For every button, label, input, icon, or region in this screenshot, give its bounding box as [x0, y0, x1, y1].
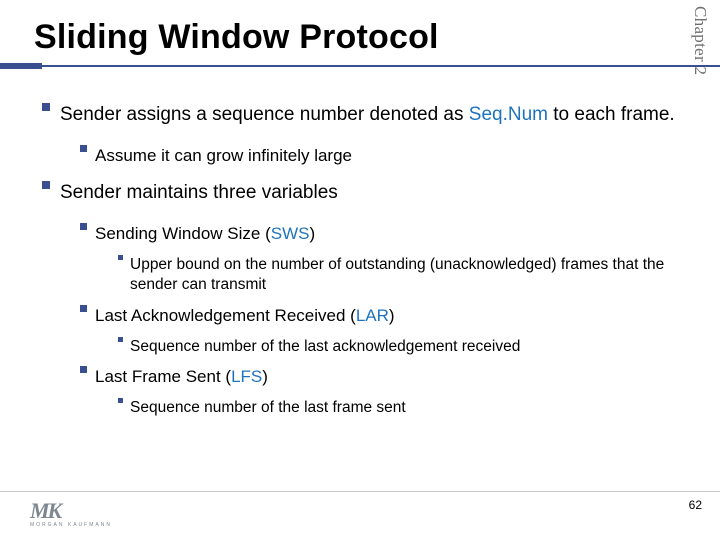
slide-title: Sliding Window Protocol [34, 18, 680, 57]
bullet-text: Assume it can grow infinitely large [95, 145, 352, 167]
square-bullet-icon [80, 223, 87, 230]
title-underline [0, 63, 720, 69]
square-bullet-icon [80, 145, 87, 152]
accent-text: SWS [271, 224, 310, 243]
accent-text: LFS [231, 367, 262, 386]
bullet-l2: Last Acknowledgement Received (LAR) [80, 305, 680, 327]
bullet-l1: Sender assigns a sequence number denoted… [42, 103, 680, 127]
logo-publisher: MORGAN KAUFMANN [30, 522, 112, 528]
footer-divider [0, 491, 720, 492]
square-bullet-icon [80, 305, 87, 312]
accent-text: LAR [356, 306, 389, 325]
bullet-l1: Sender maintains three variables [42, 181, 680, 205]
page-number: 62 [689, 498, 702, 512]
bullet-text: Sender assigns a sequence number denoted… [60, 103, 675, 127]
logo-initials: MK [30, 498, 60, 523]
square-bullet-icon [42, 103, 50, 111]
bullet-l3: Upper bound on the number of outstanding… [118, 255, 680, 295]
bullet-text: Sequence number of the last frame sent [130, 398, 406, 418]
bullet-l3: Sequence number of the last frame sent [118, 398, 680, 418]
slide: Chapter 2 Sliding Window Protocol Sender… [0, 0, 720, 540]
square-bullet-icon [118, 255, 123, 260]
bullet-text: Sender maintains three variables [60, 181, 338, 205]
bullet-l2: Last Frame Sent (LFS) [80, 366, 680, 388]
bullet-text: Upper bound on the number of outstanding… [130, 255, 680, 295]
title-area: Sliding Window Protocol [34, 18, 680, 57]
bullet-text: Last Frame Sent (LFS) [95, 366, 268, 388]
bullet-text: Last Acknowledgement Received (LAR) [95, 305, 395, 327]
bullet-l3: Sequence number of the last acknowledgem… [118, 337, 680, 357]
square-bullet-icon [118, 337, 123, 342]
bullet-l2: Sending Window Size (SWS) [80, 223, 680, 245]
square-bullet-icon [118, 398, 123, 403]
accent-text: Seq.Num [469, 104, 548, 125]
square-bullet-icon [42, 181, 50, 189]
bullet-text: Sequence number of the last acknowledgem… [130, 337, 520, 357]
bullet-text: Sending Window Size (SWS) [95, 223, 315, 245]
square-bullet-icon [80, 366, 87, 373]
content-body: Sender assigns a sequence number denoted… [34, 79, 680, 418]
publisher-logo: MK MORGAN KAUFMANN [30, 498, 112, 528]
bullet-l2: Assume it can grow infinitely large [80, 145, 680, 167]
